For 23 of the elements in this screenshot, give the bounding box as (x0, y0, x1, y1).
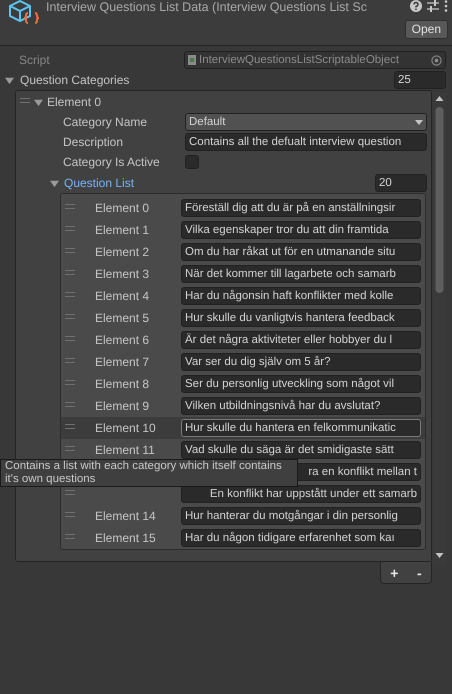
field-label: Category Name (63, 114, 148, 131)
element-label: Element 4 (95, 288, 150, 305)
element-label: Element 6 (95, 332, 150, 349)
element-label: Element 9 (95, 398, 150, 415)
list-label: Question List (64, 175, 134, 192)
element-label: Element 3 (95, 266, 150, 283)
field-label: Script (19, 52, 50, 69)
element-label: Element 0 (47, 94, 102, 111)
tooltip: Contains a list with each category which itself contains it's own questions (0, 459, 298, 487)
element-label: Element 14 (95, 508, 156, 525)
element-label: Element 2 (95, 244, 150, 261)
window-title: Interview Questions List Data (Interview Questions List Sc (46, 0, 367, 16)
element-label: Element 7 (95, 354, 150, 371)
element-label: Element 15 (95, 530, 156, 547)
element-label: Element 11 (95, 442, 155, 459)
element-label: Element 5 (95, 310, 150, 327)
element-label: Element 0 (95, 200, 150, 217)
element-label: Element 10 (95, 420, 156, 437)
field-label: Category Is Active (63, 154, 161, 171)
field-label: Description (63, 134, 124, 151)
list-label: Question Categories (20, 72, 130, 89)
element-label: Element 1 (95, 222, 150, 239)
element-label: Element 8 (95, 376, 150, 393)
